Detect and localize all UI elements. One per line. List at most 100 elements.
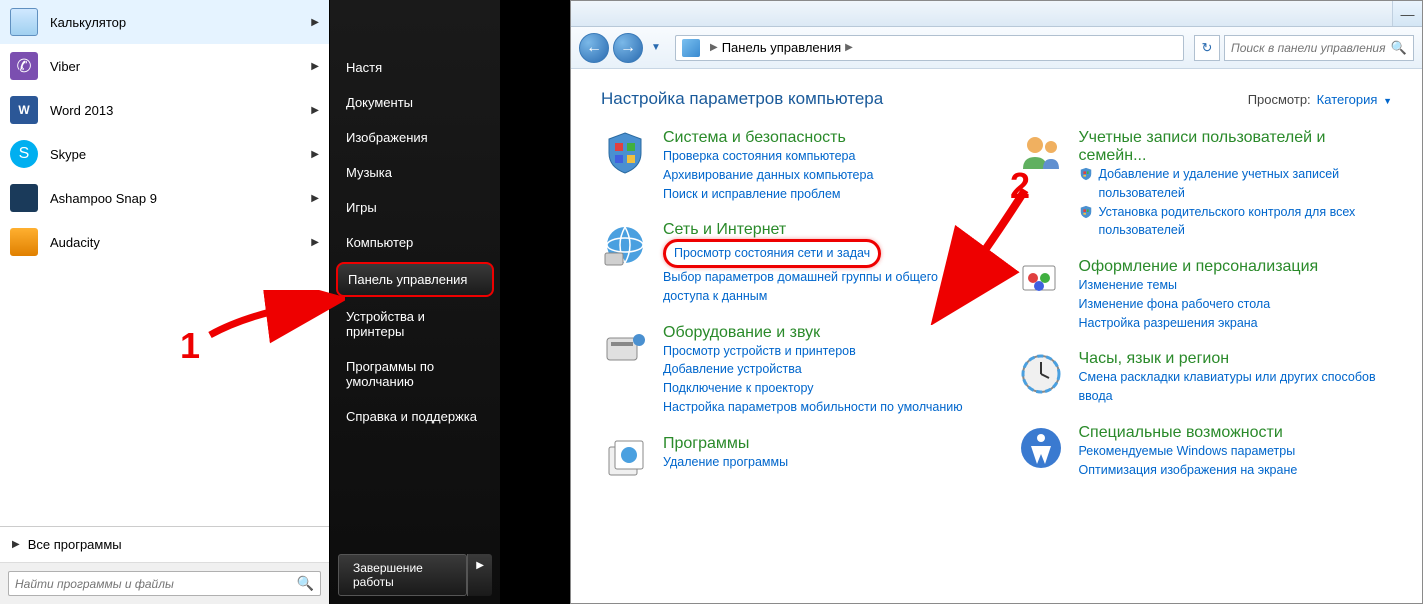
program-item[interactable]: S Skype ▶	[0, 132, 329, 176]
submenu-arrow-icon: ▶	[311, 193, 319, 204]
annotation-number-1: 1	[180, 325, 200, 367]
start-search-box[interactable]: 🔍	[8, 571, 321, 596]
link-text: Добавление и удаление учетных записей по…	[1099, 165, 1393, 203]
category-link[interactable]: Изменение темы	[1079, 276, 1393, 295]
start-right-item[interactable]: Справка и поддержка	[330, 399, 500, 434]
category-link[interactable]: Рекомендуемые Windows параметры	[1079, 442, 1393, 461]
category-heading[interactable]: Часы, язык и регион	[1079, 350, 1393, 368]
shield-bullet-icon	[1079, 205, 1093, 219]
refresh-button[interactable]: ↻	[1194, 35, 1220, 61]
category-heading[interactable]: Программы	[663, 435, 977, 453]
back-button[interactable]: ←	[579, 33, 609, 63]
start-search-input[interactable]	[15, 577, 297, 591]
shutdown-row: Завершение работы ▶	[330, 546, 500, 604]
navigation-bar: ← → ▼ ▶ Панель управления ▶ ↻ 🔍	[571, 27, 1422, 69]
category-link[interactable]: Настройка разрешения экрана	[1079, 314, 1393, 333]
submenu-arrow-icon: ▶	[311, 237, 319, 248]
category-content: Специальные возможностиРекомендуемые Win…	[1079, 424, 1393, 480]
category-link[interactable]: Добавление устройства	[663, 360, 977, 379]
category-link[interactable]: Архивирование данных компьютера	[663, 166, 977, 185]
forward-button[interactable]: →	[613, 33, 643, 63]
category-block: Оборудование и звукПросмотр устройств и …	[601, 324, 977, 417]
view-by-dropdown[interactable]: Категория ▼	[1317, 92, 1392, 107]
category-block: Оформление и персонализацияИзменение тем…	[1017, 258, 1393, 332]
shield-bullet-icon	[1079, 167, 1093, 181]
category-link[interactable]: Подключение к проектору	[663, 379, 977, 398]
program-icon	[10, 184, 38, 212]
category-icon	[601, 221, 649, 269]
start-menu-right-column: НастяДокументыИзображенияМузыкаИгрыКомпь…	[330, 0, 500, 604]
start-right-item[interactable]: Устройства и принтеры	[330, 299, 500, 349]
program-label: Word 2013	[50, 103, 311, 118]
start-right-item[interactable]: Настя	[330, 50, 500, 85]
category-heading[interactable]: Учетные записи пользователей и семейн...	[1079, 129, 1393, 165]
all-programs-label: Все программы	[28, 537, 122, 552]
category-link[interactable]: Изменение фона рабочего стола	[1079, 295, 1393, 314]
category-heading[interactable]: Специальные возможности	[1079, 424, 1393, 442]
shutdown-button[interactable]: Завершение работы	[338, 554, 467, 596]
program-icon: W	[10, 96, 38, 124]
search-row: 🔍	[0, 562, 329, 604]
annotation-number-2: 2	[1010, 165, 1030, 207]
program-item[interactable]: Ashampoo Snap 9 ▶	[0, 176, 329, 220]
category-icon	[601, 435, 649, 483]
program-item[interactable]: Audacity ▶	[0, 220, 329, 264]
start-right-item[interactable]: Программы по умолчанию	[330, 349, 500, 399]
start-right-item[interactable]: Игры	[330, 190, 500, 225]
category-heading[interactable]: Оформление и персонализация	[1079, 258, 1393, 276]
control-panel-search-input[interactable]	[1231, 41, 1391, 55]
category-link[interactable]: Настройка параметров мобильности по умол…	[663, 398, 977, 417]
view-by-value: Категория	[1317, 92, 1378, 107]
category-heading[interactable]: Оборудование и звук	[663, 324, 977, 342]
search-icon: 🔍	[297, 575, 314, 592]
category-heading[interactable]: Система и безопасность	[663, 129, 977, 147]
category-bullet-link[interactable]: Установка родительского контроля для все…	[1079, 203, 1393, 241]
category-link[interactable]: Просмотр устройств и принтеров	[663, 342, 977, 361]
highlighted-link: Просмотр состояния сети и задач	[663, 239, 881, 268]
start-right-item[interactable]: Документы	[330, 85, 500, 120]
submenu-arrow-icon: ▶	[311, 17, 319, 28]
breadcrumb-text[interactable]: Панель управления	[722, 40, 841, 55]
program-icon: S	[10, 140, 38, 168]
category-content: Учетные записи пользователей и семейн...…	[1079, 129, 1393, 240]
submenu-arrow-icon: ▶	[311, 61, 319, 72]
program-label: Audacity	[50, 235, 311, 250]
annotation-arrow-1	[205, 290, 345, 350]
chevron-down-icon: ▼	[1383, 96, 1392, 106]
category-link[interactable]: Удаление программы	[663, 453, 977, 472]
window-titlebar: —	[571, 1, 1422, 27]
breadcrumb-separator-icon: ▶	[845, 42, 853, 53]
view-by-control: Просмотр: Категория ▼	[1248, 92, 1392, 107]
start-right-item[interactable]: Панель управления	[336, 262, 494, 297]
shutdown-options-button[interactable]: ▶	[467, 554, 492, 596]
submenu-arrow-icon: ▶	[311, 149, 319, 160]
category-block: Учетные записи пользователей и семейн...…	[1017, 129, 1393, 240]
start-right-item[interactable]: Изображения	[330, 120, 500, 155]
all-programs-item[interactable]: ▶ Все программы	[0, 526, 329, 562]
category-link[interactable]: Оптимизация изображения на экране	[1079, 461, 1393, 480]
program-label: Viber	[50, 59, 311, 74]
program-label: Ashampoo Snap 9	[50, 191, 311, 206]
program-item[interactable]: W Word 2013 ▶	[0, 88, 329, 132]
category-icon	[601, 129, 649, 177]
breadcrumb-bar[interactable]: ▶ Панель управления ▶	[675, 35, 1184, 61]
program-item[interactable]: ✆ Viber ▶	[0, 44, 329, 88]
category-link[interactable]: Проверка состояния компьютера	[663, 147, 977, 166]
program-label: Калькулятор	[50, 15, 311, 30]
view-by-label: Просмотр:	[1248, 92, 1311, 107]
category-block: Специальные возможностиРекомендуемые Win…	[1017, 424, 1393, 480]
control-panel-search[interactable]: 🔍	[1224, 35, 1414, 61]
program-item[interactable]: Калькулятор ▶	[0, 0, 329, 44]
category-bullet-link[interactable]: Добавление и удаление учетных записей по…	[1079, 165, 1393, 203]
start-right-item[interactable]: Музыка	[330, 155, 500, 190]
arrow-right-icon: ▶	[12, 539, 20, 550]
control-panel-body: Настройка параметров компьютера Просмотр…	[571, 69, 1422, 603]
minimize-button[interactable]: —	[1392, 1, 1422, 26]
start-right-item[interactable]: Компьютер	[330, 225, 500, 260]
category-link[interactable]: Смена раскладки клавиатуры или других сп…	[1079, 368, 1393, 406]
history-dropdown-button[interactable]: ▼	[647, 33, 665, 63]
control-panel-icon	[682, 39, 700, 57]
program-icon: ✆	[10, 52, 38, 80]
shutdown-label: Завершение работы	[353, 561, 452, 589]
program-label: Skype	[50, 147, 311, 162]
